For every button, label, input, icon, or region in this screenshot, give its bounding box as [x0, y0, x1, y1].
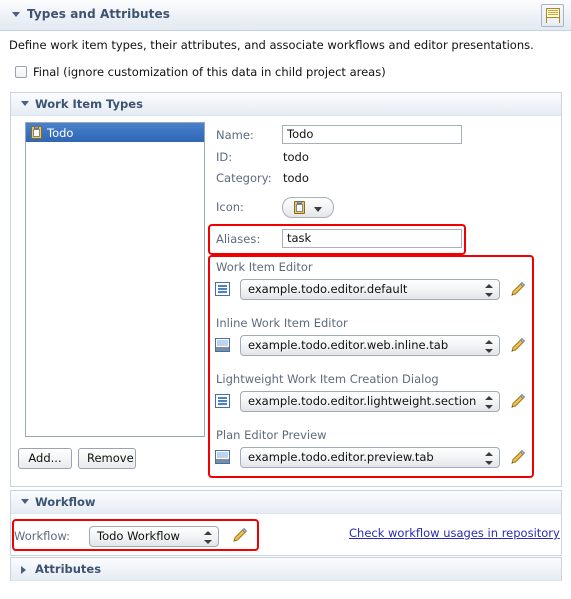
final-checkbox[interactable]	[15, 66, 27, 78]
workflow-combo[interactable]: Todo Workflow	[89, 526, 219, 547]
spinner-arrows-icon[interactable]	[204, 530, 213, 545]
inline-work-item-editor-combo-value: example.todo.editor.web.inline.tab	[248, 338, 449, 352]
aliases-input[interactable]: task	[282, 229, 462, 248]
spinner-arrows-icon[interactable]	[485, 283, 494, 298]
form-page-icon	[546, 8, 560, 23]
tab-presentation-icon	[215, 338, 230, 352]
form-presentation-icon	[215, 394, 230, 408]
plan-editor-preview-combo[interactable]: example.todo.editor.preview.tab	[240, 447, 500, 468]
pencil-icon[interactable]	[509, 336, 527, 354]
section-attributes: Attributes	[10, 557, 562, 581]
section-title: Attributes	[35, 562, 102, 576]
spinner-arrows-icon[interactable]	[485, 339, 494, 354]
plan-editor-preview-combo-value: example.todo.editor.preview.tab	[248, 450, 434, 464]
icon-chooser-button[interactable]	[282, 197, 334, 218]
check-workflow-usages-link[interactable]: Check workflow usages in repository	[349, 526, 560, 540]
pencil-icon[interactable]	[231, 526, 249, 544]
pencil-icon[interactable]	[509, 392, 527, 410]
remove-button[interactable]: Remove	[78, 448, 136, 469]
section-title: Work Item Types	[35, 97, 143, 111]
workflow-label: Workflow:	[14, 529, 71, 543]
final-checkbox-row[interactable]: Final (ignore customization of this data…	[15, 65, 386, 79]
final-checkbox-label: Final (ignore customization of this data…	[33, 65, 386, 79]
presentation-label-work-item-editor: Work Item Editor	[216, 260, 313, 274]
id-value: todo	[283, 150, 309, 164]
presentation-label-lightweight-dialog: Lightweight Work Item Creation Dialog	[216, 372, 439, 386]
tab-presentation-icon	[215, 450, 230, 464]
page-title: Types and Attributes	[27, 7, 170, 21]
spinner-arrows-icon[interactable]	[485, 395, 494, 410]
twisty-down-icon[interactable]	[21, 101, 29, 106]
icon-label: Icon:	[216, 200, 244, 214]
category-value: todo	[283, 171, 309, 185]
id-label: ID:	[216, 150, 233, 164]
form-header: Types and Attributes	[0, 0, 571, 31]
pencil-icon[interactable]	[509, 448, 527, 466]
inline-work-item-editor-combo[interactable]: example.todo.editor.web.inline.tab	[240, 335, 500, 356]
lightweight-creation-dialog-combo-value: example.todo.editor.lightweight.section	[248, 394, 477, 408]
section-header-workflow[interactable]: Workflow	[11, 491, 561, 514]
add-button[interactable]: Add...	[18, 448, 72, 469]
name-input[interactable]: Todo	[282, 125, 462, 144]
workflow-combo-value: Todo Workflow	[97, 529, 180, 543]
twisty-down-icon[interactable]	[21, 499, 29, 504]
list-item[interactable]: Todo	[26, 123, 204, 142]
twisty-down-icon[interactable]	[12, 12, 20, 17]
chevron-down-icon	[314, 207, 322, 212]
clipboard-icon	[294, 201, 305, 214]
work-item-editor-combo[interactable]: example.todo.editor.default	[240, 279, 500, 300]
list-item-label: Todo	[47, 125, 74, 140]
work-item-editor-combo-value: example.todo.editor.default	[248, 282, 408, 296]
form-page-icon-button[interactable]	[541, 4, 564, 27]
spinner-arrows-icon[interactable]	[485, 451, 494, 466]
section-title: Workflow	[35, 495, 96, 509]
section-header-attributes[interactable]: Attributes	[11, 558, 561, 581]
intro-text: Define work item types, their attributes…	[9, 38, 534, 52]
section-header-work-item-types[interactable]: Work Item Types	[11, 93, 561, 116]
category-label: Category:	[216, 171, 272, 185]
name-label: Name:	[216, 128, 254, 142]
work-item-types-list[interactable]: Todo	[25, 122, 205, 437]
aliases-label: Aliases:	[216, 232, 261, 246]
presentation-label-inline-editor: Inline Work Item Editor	[216, 316, 348, 330]
clipboard-icon	[31, 126, 42, 139]
twisty-right-icon[interactable]	[21, 566, 26, 574]
lightweight-creation-dialog-combo[interactable]: example.todo.editor.lightweight.section	[240, 391, 500, 412]
form-presentation-icon	[215, 282, 230, 296]
presentation-label-plan-editor-preview: Plan Editor Preview	[216, 428, 327, 442]
pencil-icon[interactable]	[509, 280, 527, 298]
